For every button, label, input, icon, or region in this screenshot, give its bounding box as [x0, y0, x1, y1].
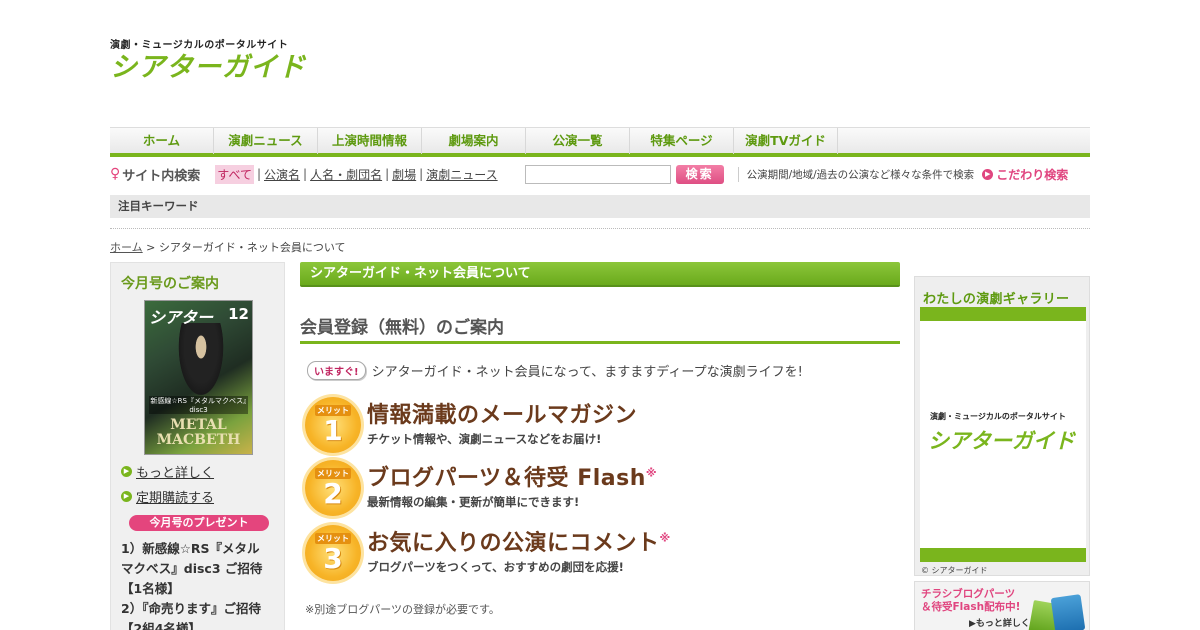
merit-number: 2: [323, 477, 343, 510]
breadcrumb-current: シアターガイド・ネット会員について: [158, 241, 346, 254]
search-button[interactable]: 検索: [675, 164, 724, 184]
intro-line: いますぐ! シアターガイド・ネット会員になって、ますますディープな演劇ライフを!: [307, 361, 803, 380]
present-badge: 今月号のプレゼント: [129, 515, 269, 531]
merit-title: 情報満載のメールマガジン: [367, 397, 637, 429]
cover-subtitle: 新感線☆RS『メタルマクベス』disc3: [149, 396, 248, 414]
gallery-logo: シアターガイド: [928, 429, 1075, 453]
merit-badge: メリット 3: [305, 525, 361, 581]
cover-figure: [175, 323, 227, 403]
nav-performance-list[interactable]: 公演一覧: [526, 128, 630, 154]
chirashi-line1: チラシブログパーツ: [921, 588, 1016, 600]
scope-performance[interactable]: 公演名: [264, 166, 300, 183]
search-input[interactable]: [524, 164, 671, 184]
nav-features[interactable]: 特集ページ: [630, 128, 734, 154]
gallery-title: わたしの演劇ギャラリー: [923, 292, 1070, 307]
scope-theater[interactable]: 劇場: [392, 166, 416, 183]
merit-title-text: 情報満載のメールマガジン: [367, 403, 638, 428]
imasugu-tag: いますぐ!: [307, 361, 366, 380]
breadcrumb-home[interactable]: ホーム: [110, 241, 143, 254]
merit-desc: チケット情報や、演劇ニュースなどをお届け!: [367, 432, 602, 446]
chirashi-more: ▶もっと詳しく: [969, 619, 1030, 629]
chirashi-banner[interactable]: チラシブログパーツ ＆待受Flash配布中! ▶もっと詳しく: [914, 581, 1090, 630]
search-note: 公演期間/地域/過去の公演など様々な条件で検索: [737, 166, 974, 182]
merit-title-text: お気に入りの公演にコメント: [367, 531, 660, 556]
search-scope: すべて | 公演名 | 人名・劇団名 | 劇場 | 演劇ニュース: [212, 164, 500, 184]
merit-badge: メリット 2: [305, 460, 361, 516]
section-title: 会員登録（無料）のご案内: [300, 313, 900, 344]
nav-theater-guide[interactable]: 劇場案内: [422, 128, 526, 154]
more-details-label: もっと詳しく: [136, 466, 215, 481]
cover-issue: 12: [228, 305, 249, 323]
arrow-icon: ▶: [982, 168, 994, 180]
arrow-icon: ▶: [121, 466, 132, 477]
gallery-widget[interactable]: 演劇・ミュージカルのポータルサイト シアターガイド: [920, 307, 1086, 562]
advanced-search-link[interactable]: ▶ こだわり検索: [982, 166, 1068, 183]
phone-icon: [1050, 594, 1086, 630]
chirashi-text: チラシブログパーツ ＆待受Flash配布中!: [921, 588, 1020, 614]
present-list: 1）新感線☆RS『メタル マクベス』disc3 ご招待 【1名様】 2）『命売り…: [121, 539, 281, 630]
scope-person[interactable]: 人名・劇団名: [310, 166, 382, 183]
gallery-tagline: 演劇・ミュージカルのポータルサイト: [930, 412, 1066, 421]
breadcrumb-separator: >: [142, 241, 159, 254]
merit-2: メリット 2 ブログパーツ＆待受 Flash※ 最新情報の編集・更新が簡単にでき…: [305, 460, 905, 520]
merit-number: 3: [323, 542, 343, 575]
cover-logo: シアター: [149, 308, 214, 327]
nav-tv-guide[interactable]: 演劇TVガイド: [734, 128, 838, 154]
present-line: マクベス』disc3 ご招待: [121, 561, 263, 576]
merit-footnote-mark: ※: [645, 466, 658, 480]
copyright: © シアターガイド: [921, 566, 988, 575]
merit-desc: ブログパーツをつくって、おすすめの劇団を応援!: [367, 560, 624, 574]
present-line: 2）『命売ります』ご招待: [121, 601, 261, 616]
cover-title: METAL MACBETH: [145, 418, 252, 448]
page-heading: シアターガイド・ネット会員について: [300, 262, 900, 287]
merit-title: お気に入りの公演にコメント※: [367, 525, 671, 557]
search-title: ♀ サイト内検索: [110, 165, 200, 184]
present-line: 【1名様】: [121, 581, 180, 596]
present-line: 1）新感線☆RS『メタル: [121, 541, 260, 556]
merit-3: メリット 3 お気に入りの公演にコメント※ ブログパーツをつくって、おすすめの劇…: [305, 525, 905, 585]
merit-1: メリット 1 情報満載のメールマガジン チケット情報や、演劇ニュースなどをお届け…: [305, 397, 905, 457]
arrow-icon: ▶: [121, 491, 132, 502]
footnote: ※別途ブログパーツの登録が必要です。: [305, 603, 500, 616]
site-header: 演劇・ミュージカルのポータルサイト シアターガイド: [110, 36, 306, 83]
merit-desc: 最新情報の編集・更新が簡単にできます!: [367, 495, 580, 509]
search-title-label: サイト内検索: [122, 168, 201, 184]
merit-badge: メリット 1: [305, 397, 361, 453]
cover-title-line2: MACBETH: [156, 432, 241, 448]
keyword-bar: 注目キーワード: [110, 195, 1090, 218]
site-search: ♀ サイト内検索 すべて | 公演名 | 人名・劇団名 | 劇場 | 演劇ニュース 検索…: [110, 162, 1090, 186]
gallery-panel: わたしの演劇ギャラリー 演劇・ミュージカルのポータルサイト シアターガイド © …: [914, 276, 1090, 576]
subscribe-label: 定期購読する: [136, 491, 215, 506]
merit-title-text: ブログパーツ＆待受 Flash: [367, 466, 646, 491]
subscribe-link[interactable]: ▶ 定期購読する: [121, 487, 214, 506]
merit-footnote-mark: ※: [659, 531, 671, 545]
magazine-title: 今月号のご案内: [121, 276, 219, 292]
left-sidebar: 今月号のご案内 シアター 12 新感線☆RS『メタルマクベス』disc3 MET…: [110, 262, 285, 630]
more-details-link[interactable]: ▶ もっと詳しく: [121, 462, 214, 481]
present-line: 【2組4名様】: [121, 621, 201, 630]
cover-title-line1: METAL: [170, 417, 227, 433]
merit-title: ブログパーツ＆待受 Flash※: [367, 460, 657, 492]
scope-all[interactable]: すべて: [215, 164, 254, 184]
global-nav: ホーム 演劇ニュース 上演時間情報 劇場案内 公演一覧 特集ページ 演劇TVガイ…: [110, 127, 1090, 157]
merit-number: 1: [323, 414, 343, 447]
magazine-cover[interactable]: シアター 12 新感線☆RS『メタルマクベス』disc3 METAL MACBE…: [144, 300, 253, 455]
scope-news[interactable]: 演劇ニュース: [426, 166, 497, 183]
advanced-search-label: こだわり検索: [996, 167, 1069, 182]
chirashi-line2: ＆待受Flash配布中!: [921, 601, 1021, 613]
pin-icon: ♀: [110, 166, 121, 182]
site-logo[interactable]: シアターガイド: [110, 53, 306, 83]
site-tagline: 演劇・ミュージカルのポータルサイト: [110, 40, 289, 51]
nav-showtimes[interactable]: 上演時間情報: [318, 128, 422, 154]
divider: [110, 228, 1090, 229]
nav-home[interactable]: ホーム: [110, 128, 214, 154]
nav-theater-news[interactable]: 演劇ニュース: [214, 128, 318, 154]
intro-text: シアターガイド・ネット会員になって、ますますディープな演劇ライフを!: [371, 365, 803, 380]
breadcrumb: ホーム > シアターガイド・ネット会員について: [110, 239, 346, 255]
